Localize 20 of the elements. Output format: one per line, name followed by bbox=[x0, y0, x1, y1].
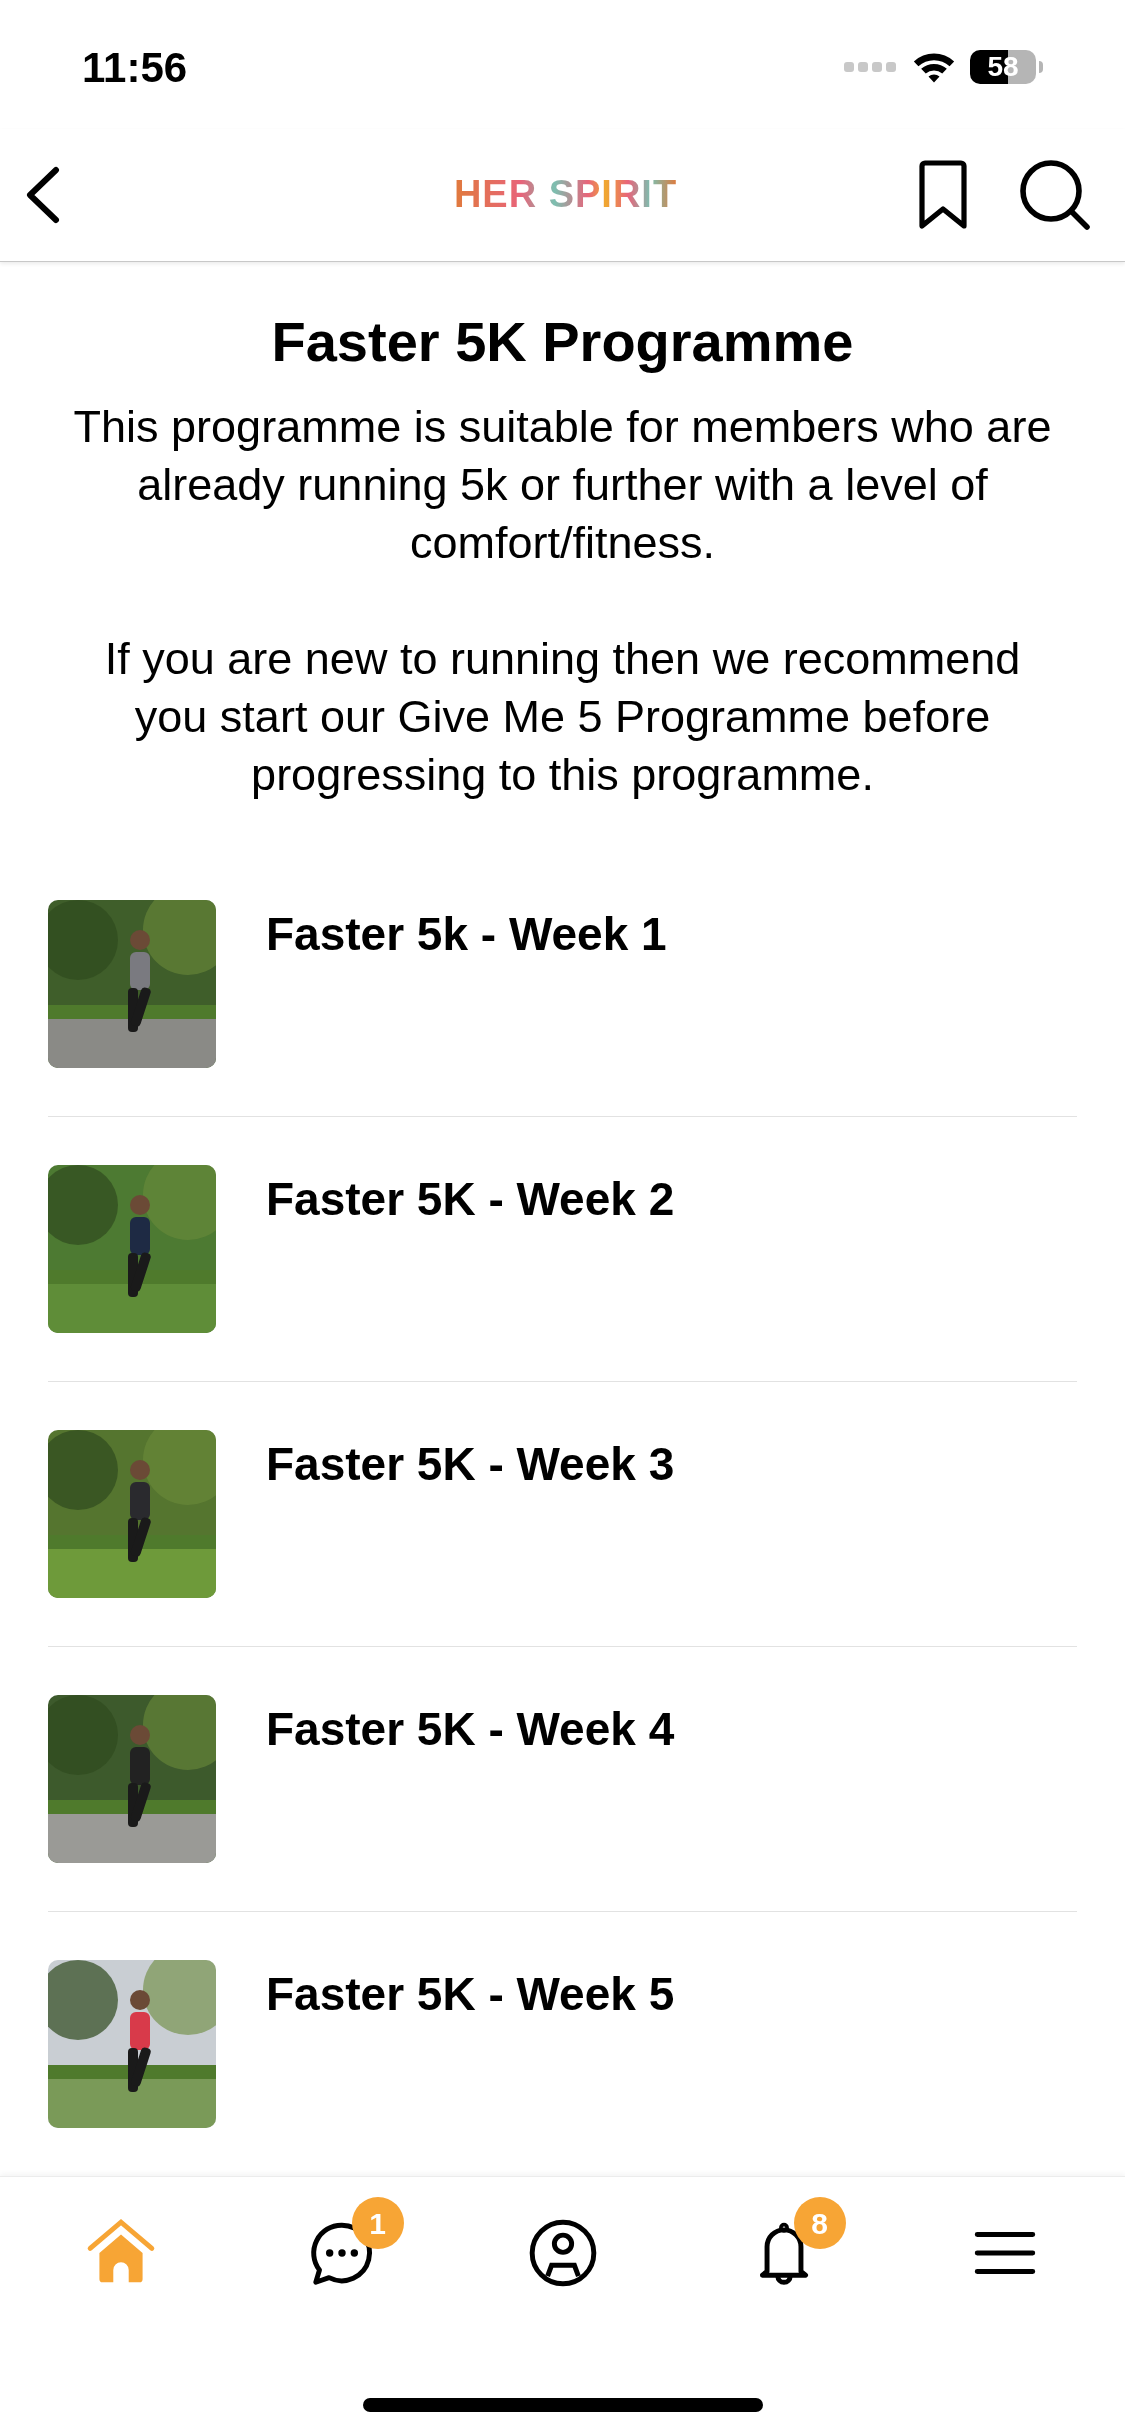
notification-badge: 1 bbox=[351, 2197, 404, 2249]
description-paragraph: If you are new to running then we recommend you start our Give Me 5 Programme before progressing to this programme. bbox=[103, 632, 1022, 802]
programme-week-item[interactable]: Faster 5K - Week 4 bbox=[48, 1695, 1077, 1912]
page-title: Faster 5K Programme bbox=[270, 310, 855, 374]
description-paragraph: This programme is suitable for members who are already running 5k or further with a level of comfort/fitness. bbox=[72, 400, 1053, 570]
programme-week-item[interactable]: Faster 5K - Week 3 bbox=[48, 1430, 1077, 1647]
bookmark-icon bbox=[916, 159, 970, 230]
week-title: Faster 5K - Week 5 bbox=[266, 1967, 675, 2022]
programme-week-item[interactable]: Faster 5K - Week 5 bbox=[48, 1960, 1077, 2176]
week-title: Faster 5K - Week 2 bbox=[266, 1172, 675, 1227]
week-title: Faster 5K - Week 3 bbox=[266, 1437, 675, 1492]
back-icon bbox=[24, 165, 62, 224]
status-time: 11:56 bbox=[82, 42, 188, 93]
programme-week-item[interactable]: Faster 5K - Week 2 bbox=[48, 1165, 1077, 1382]
notification-badge: 8 bbox=[793, 2197, 846, 2249]
week-title: Faster 5k - Week 1 bbox=[266, 907, 667, 962]
week-title: Faster 5K - Week 4 bbox=[266, 1702, 675, 1757]
signal-icon bbox=[844, 61, 898, 74]
programme-week-item[interactable]: Faster 5k - Week 1 bbox=[48, 900, 1077, 1117]
wifi-icon bbox=[912, 50, 956, 85]
